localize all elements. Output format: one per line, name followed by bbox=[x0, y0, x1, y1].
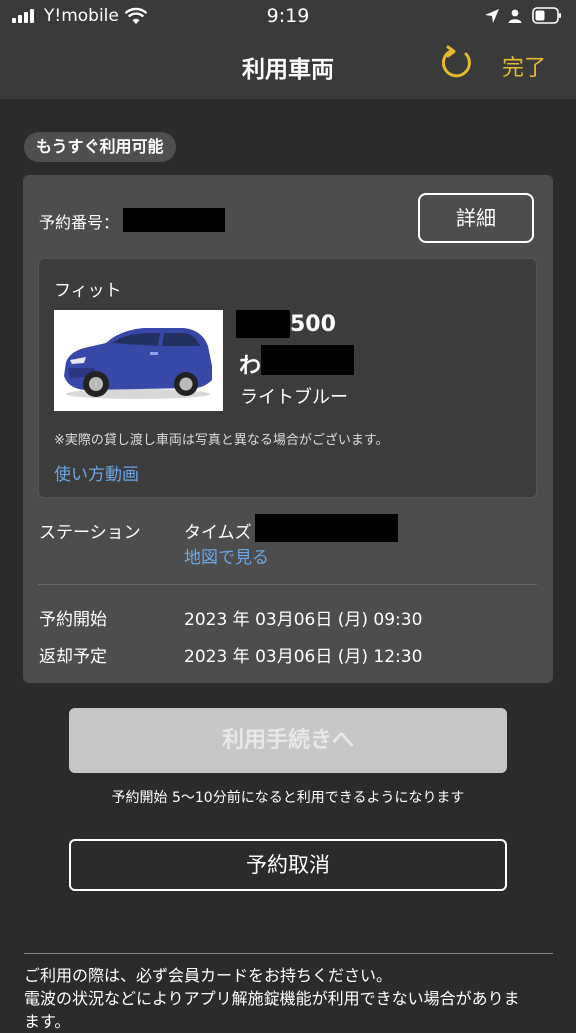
plate-hiragana: わ bbox=[239, 354, 262, 379]
cancel-reservation-button[interactable]: 予約取消 bbox=[69, 839, 507, 891]
reservation-number-label: 予約番号： bbox=[39, 213, 120, 232]
person-icon bbox=[508, 9, 522, 23]
return-label: 返却予定 bbox=[39, 647, 107, 667]
station-name: タイムズ bbox=[184, 523, 252, 543]
start-label: 予約開始 bbox=[39, 610, 107, 630]
plate-number: 500 bbox=[290, 312, 336, 337]
redacted-station-name bbox=[255, 514, 398, 542]
map-link[interactable]: 地図で見る bbox=[184, 543, 269, 568]
status-badge: もうすぐ利用可能 bbox=[24, 132, 176, 162]
footer-line-3: ます。 bbox=[24, 1012, 71, 1031]
vehicle-color: ライトブルー bbox=[240, 387, 348, 408]
done-button[interactable]: 完了 bbox=[502, 50, 546, 82]
details-button[interactable]: 詳細 bbox=[418, 193, 534, 243]
redacted-plate-digits bbox=[261, 345, 354, 375]
start-datetime: 2023 年 03月06日 (月) 09:30 bbox=[184, 610, 423, 630]
station-label: ステーション bbox=[39, 523, 141, 543]
photo-disclaimer: ※実際の貸し渡し車両は写真と異なる場合がございます。 bbox=[54, 433, 389, 448]
footer-line-1: ご利用の際は、必ず会員カードをお持ちください。 bbox=[24, 966, 393, 985]
navigation-bar: 利用車両 完了 bbox=[0, 32, 576, 99]
return-datetime: 2023 年 03月06日 (月) 12:30 bbox=[184, 647, 423, 667]
battery-icon bbox=[532, 7, 561, 24]
footer-line-2: 電波の状況などによりアプリ解施錠機能が利用できない場合がありま bbox=[24, 989, 520, 1008]
page-title: 利用車両 bbox=[242, 57, 334, 83]
redacted-plate-region bbox=[236, 310, 290, 338]
proceed-note: 予約開始 5〜10分前になると利用できるようになります bbox=[111, 790, 465, 806]
proceed-button[interactable]: 利用手続きへ bbox=[69, 708, 507, 773]
location-arrow-icon bbox=[485, 9, 499, 23]
vehicle-model: フィット bbox=[54, 281, 122, 301]
divider bbox=[38, 584, 537, 585]
status-bar: Y!mobile 9:19 bbox=[0, 0, 576, 32]
footer-notice: ご利用の際は、必ず会員カードをお持ちください。 電波の状況などによりアプリ解施錠… bbox=[24, 964, 554, 1033]
car-photo bbox=[54, 310, 223, 411]
reservation-card: 予約番号： 詳細 フィット 500 わ ライトブルー ※実際の貸し渡し車両は写真… bbox=[23, 175, 553, 683]
redacted-reservation-number bbox=[123, 208, 225, 232]
howto-video-link[interactable]: 使い方動画 bbox=[54, 460, 139, 485]
refresh-icon[interactable] bbox=[437, 44, 475, 82]
vehicle-panel: フィット 500 わ ライトブルー ※実際の貸し渡し車両は写真と異なる場合がござ… bbox=[38, 258, 537, 498]
divider bbox=[24, 953, 553, 954]
